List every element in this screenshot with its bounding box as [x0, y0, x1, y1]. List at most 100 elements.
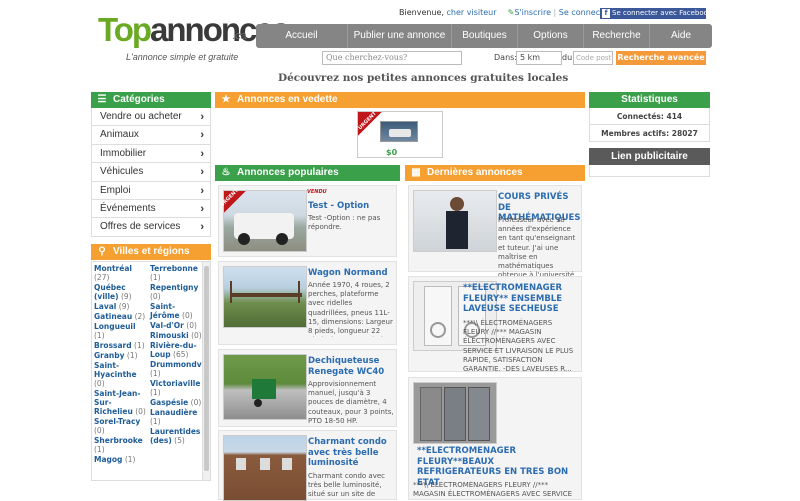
facebook-login-button[interactable]: f Se connecter avec Facebook	[600, 8, 712, 19]
city-item[interactable]: Victoriaville (1)	[150, 379, 204, 397]
separator: |	[553, 8, 557, 17]
nav-post-ad[interactable]: Publier une annonce	[348, 24, 452, 48]
ad-title[interactable]: Test - Option	[308, 201, 394, 212]
category-services[interactable]: Offres de services ›	[91, 218, 211, 237]
city-item[interactable]: Brossard (1)	[94, 341, 148, 350]
city-item[interactable]: Québec (ville) (9)	[94, 283, 148, 301]
stats-header: Statistiques	[589, 92, 710, 108]
ad-title[interactable]: Charmant condo avec très belle luminosit…	[308, 437, 394, 469]
cities-column-1: Montréal (27) Québec (ville) (9) Laval (…	[94, 264, 148, 465]
popular-ad-card[interactable]: Dechiqueteuse Renegate WC40 Approvisionn…	[218, 349, 397, 427]
city-item[interactable]: Gaspésie (0)	[150, 398, 204, 407]
city-name: Victoriaville	[150, 379, 201, 388]
featured-title: Annonces en vedette	[237, 94, 338, 105]
category-label: Véhicules	[100, 166, 144, 178]
cities-list: Montréal (27) Québec (ville) (9) Laval (…	[91, 261, 211, 481]
nav-home[interactable]: Accueil	[256, 24, 348, 48]
latest-ad-card[interactable]: **ELECTROMENAGER FLEURY** ENSEMBLE LAVEU…	[408, 276, 582, 373]
city-name: Sorel-Tracy	[94, 417, 141, 426]
city-count: (0)	[150, 292, 161, 301]
city-item[interactable]: Drummondville (1)	[150, 360, 210, 378]
category-jobs[interactable]: Emploi ›	[91, 181, 211, 200]
main-nav: Accueil Publier une annonce Boutiques Op…	[256, 24, 712, 48]
city-item[interactable]: Rimouski (0)	[150, 331, 204, 340]
latest-ad-card[interactable]: COURS PRIVÉS DE MATHÉMATIQUES Professeur…	[408, 185, 582, 288]
popular-ad-card[interactable]: Charmant condo avec très belle luminosit…	[218, 430, 397, 501]
latest-header: ▦ Dernières annonces	[405, 165, 585, 181]
ad-photo	[223, 190, 307, 252]
city-item[interactable]: Montréal (27)	[94, 264, 148, 282]
featured-ad[interactable]: URGENT	[357, 111, 443, 158]
city-item[interactable]: Val-d'Or (0)	[150, 321, 204, 330]
popular-ad-card[interactable]: Wagon Normand Année 1970, 4 roues, 2 per…	[218, 261, 397, 345]
city-item[interactable]: Repentigny (0)	[150, 283, 204, 301]
city-name: Gatineau	[94, 312, 133, 321]
cities-title: Villes et régions	[113, 246, 190, 257]
city-item[interactable]: Longueuil (1)	[94, 322, 148, 340]
city-count: (9)	[118, 302, 130, 311]
register-link[interactable]: S'inscrire	[514, 8, 551, 17]
city-item[interactable]: Granby (1)	[94, 351, 148, 360]
nav-shops[interactable]: Boutiques	[452, 24, 518, 48]
postal-label: du	[562, 53, 573, 62]
ad-description: Professeur avec 18 années d'expérience e…	[498, 216, 576, 288]
category-real-estate[interactable]: Immobilier ›	[91, 144, 211, 164]
ad-description: Année 1970, 4 roues, 2 perches, platefor…	[308, 281, 393, 337]
ad-title[interactable]: Dechiqueteuse Renegate WC40	[308, 356, 394, 377]
popular-ad-card[interactable]: URGENT VENDU Test - Option Test -Option …	[218, 185, 397, 257]
map-pin-icon: ⚲	[98, 246, 106, 257]
ad-photo	[413, 190, 497, 252]
ad-title[interactable]: **ELECTROMENAGER FLEURY** ENSEMBLE LAVEU…	[463, 283, 579, 315]
stats-panel: Connectés: 414 Membres actifs: 28027	[589, 108, 710, 142]
distance-select[interactable]: 5 km	[516, 51, 562, 65]
category-label: Événements	[100, 202, 156, 214]
latest-ad-card[interactable]: **ELECTROMENAGER FLEURY**BEAUX REFRIGERA…	[408, 377, 582, 500]
category-vehicles[interactable]: Véhicules ›	[91, 163, 211, 182]
nav-search[interactable]: Recherche	[584, 24, 650, 48]
city-item[interactable]: Saint-Jérôme (0)	[150, 302, 204, 320]
city-item[interactable]: Rivière-du-Loup (65)	[150, 341, 204, 359]
category-events[interactable]: Événements ›	[91, 199, 211, 219]
advanced-search-button[interactable]: Recherche avancée	[616, 51, 706, 65]
chevron-right-icon: ›	[200, 147, 204, 160]
chevron-right-icon: ›	[200, 166, 204, 179]
city-count: (1)	[150, 417, 161, 426]
chevron-right-icon: ›	[200, 221, 204, 234]
city-count: (5)	[174, 436, 185, 445]
city-item[interactable]: Laurentides (des) (5)	[150, 427, 204, 445]
nav-options[interactable]: Options	[518, 24, 584, 48]
category-animals[interactable]: Animaux ›	[91, 126, 211, 145]
city-item[interactable]: Sorel-Tracy (0)	[94, 417, 148, 435]
city-item[interactable]: Sherbrooke (1)	[94, 436, 148, 454]
site-logo[interactable]: Topannonces .ca L'annonce simple et grat…	[98, 12, 290, 64]
city-name: Montréal	[94, 264, 132, 273]
postal-code-input[interactable]: Code post	[573, 51, 613, 65]
category-sell-buy[interactable]: Vendre ou acheter ›	[91, 108, 211, 127]
cities-scrollbar[interactable]	[202, 262, 210, 480]
city-name: Laval	[94, 302, 117, 311]
connected-count: Connectés: 414	[589, 108, 710, 125]
visitor-link[interactable]: cher visiteur	[447, 8, 497, 17]
city-item[interactable]: Magog (1)	[94, 455, 148, 464]
city-count: (1)	[150, 369, 161, 378]
city-item[interactable]: Gatineau (2)	[94, 312, 148, 321]
nav-help[interactable]: Aide	[650, 24, 712, 48]
categories-header: ☰ Catégories	[91, 92, 211, 108]
city-item[interactable]: Saint-Hyacinthe (0)	[94, 361, 148, 388]
city-count: (1)	[94, 331, 105, 340]
city-count: (2)	[134, 312, 146, 321]
cities-header: ⚲ Villes et régions	[91, 244, 211, 260]
city-item[interactable]: Laval (9)	[94, 302, 148, 311]
city-count: (0)	[135, 407, 146, 416]
greeting: Bienvenue,	[399, 8, 444, 17]
ad-title[interactable]: Wagon Normand	[308, 268, 394, 279]
city-name: Rimouski	[150, 331, 189, 340]
city-count: (65)	[173, 350, 189, 359]
city-item[interactable]: Saint-Jean-Sur-Richelieu (0)	[94, 389, 148, 416]
city-item[interactable]: Lanaudière (1)	[150, 408, 204, 426]
ad-link-panel	[589, 165, 710, 177]
scrollbar-thumb[interactable]	[204, 266, 209, 471]
search-input[interactable]: Que cherchez-vous?	[322, 51, 462, 65]
city-item[interactable]: Terrebonne (1)	[150, 264, 204, 282]
fire-icon: ♨	[221, 167, 231, 178]
